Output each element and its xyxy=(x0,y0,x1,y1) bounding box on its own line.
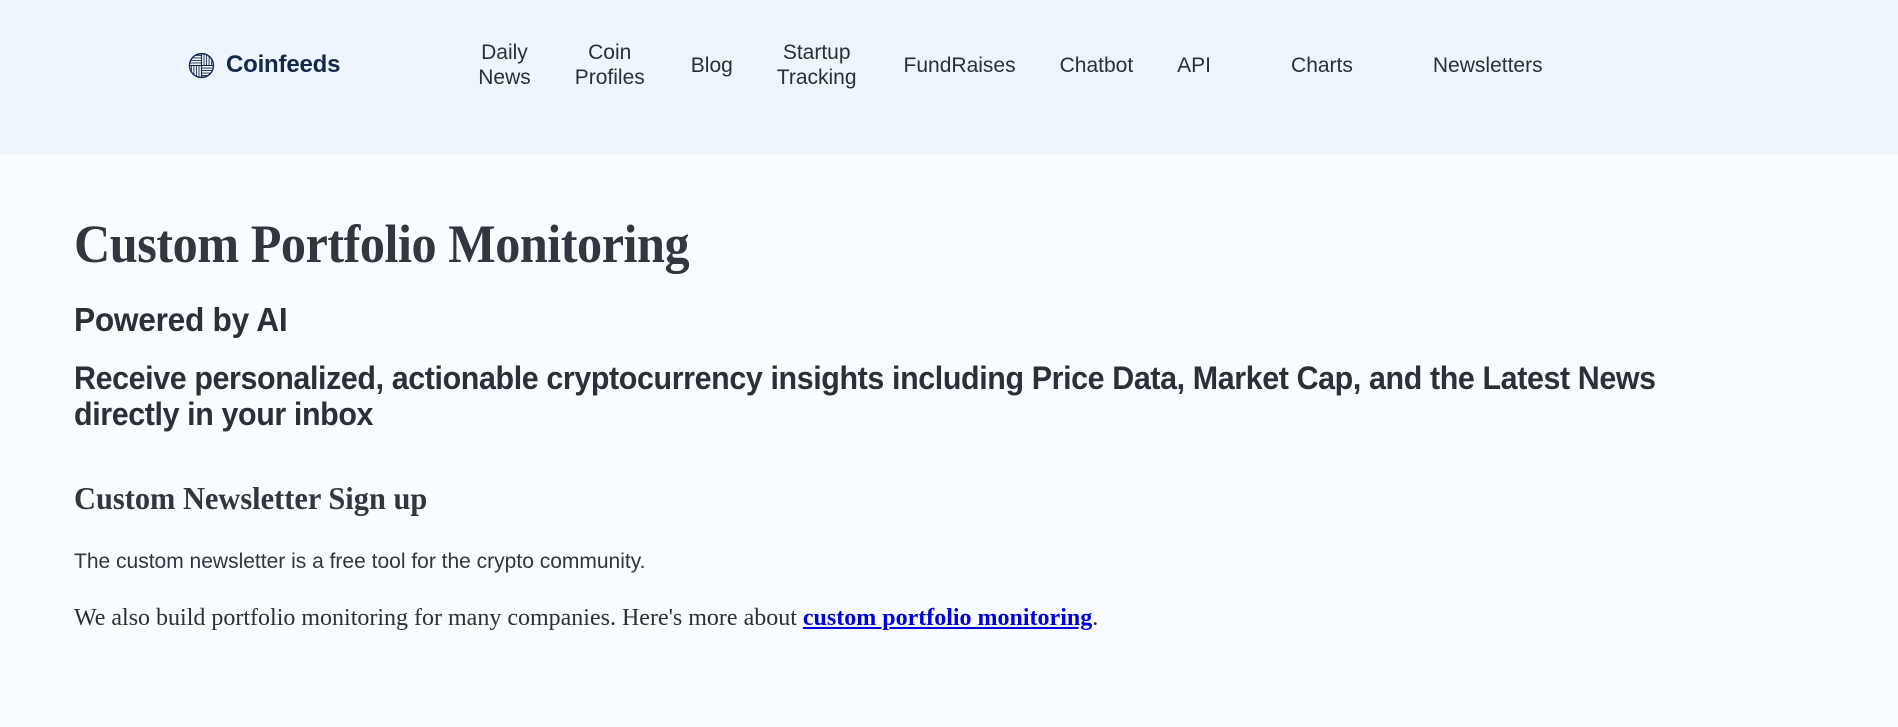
brand-name: Coinfeeds xyxy=(226,51,341,78)
nav-item-chatbot[interactable]: Chatbot xyxy=(1060,53,1134,78)
nav-item-api[interactable]: API xyxy=(1177,53,1211,78)
page-subtitle: Powered by AI xyxy=(74,301,288,338)
main-content: Custom Portfolio Monitoring Powered by A… xyxy=(0,155,1898,634)
nav-item-newsletters[interactable]: Newsletters xyxy=(1433,53,1543,78)
custom-portfolio-monitoring-link[interactable]: custom portfolio monitoring xyxy=(803,605,1092,631)
paragraph-portfolio-monitoring: We also build portfolio monitoring for m… xyxy=(74,603,1898,634)
section-title-newsletter-signup: Custom Newsletter Sign up xyxy=(74,479,428,516)
nav-item-daily-news[interactable]: Daily News xyxy=(478,40,531,90)
coinfeeds-circle-hatch-logo-icon xyxy=(188,52,215,79)
nav-item-charts[interactable]: Charts xyxy=(1291,53,1353,78)
brand-logo-link[interactable]: Coinfeeds xyxy=(188,51,340,79)
paragraph-free-tool: The custom newsletter is a free tool for… xyxy=(74,549,646,573)
header-inner: Coinfeeds Daily News Coin Profiles Blog … xyxy=(0,0,1898,90)
paragraph-text-after: . xyxy=(1092,604,1099,631)
nav-item-startup-tracking[interactable]: Startup Tracking xyxy=(777,40,857,90)
site-header: Coinfeeds Daily News Coin Profiles Blog … xyxy=(0,0,1898,155)
nav-item-fundraises[interactable]: FundRaises xyxy=(904,53,1016,78)
paragraph-text-before: We also build portfolio monitoring for m… xyxy=(74,604,803,631)
nav-item-blog[interactable]: Blog xyxy=(691,53,733,78)
hero-description: Receive personalized, actionable cryptoc… xyxy=(74,360,1656,432)
main-nav: Daily News Coin Profiles Blog Startup Tr… xyxy=(478,40,1542,90)
page-title: Custom Portfolio Monitoring xyxy=(74,214,690,274)
nav-item-coin-profiles[interactable]: Coin Profiles xyxy=(575,40,645,90)
